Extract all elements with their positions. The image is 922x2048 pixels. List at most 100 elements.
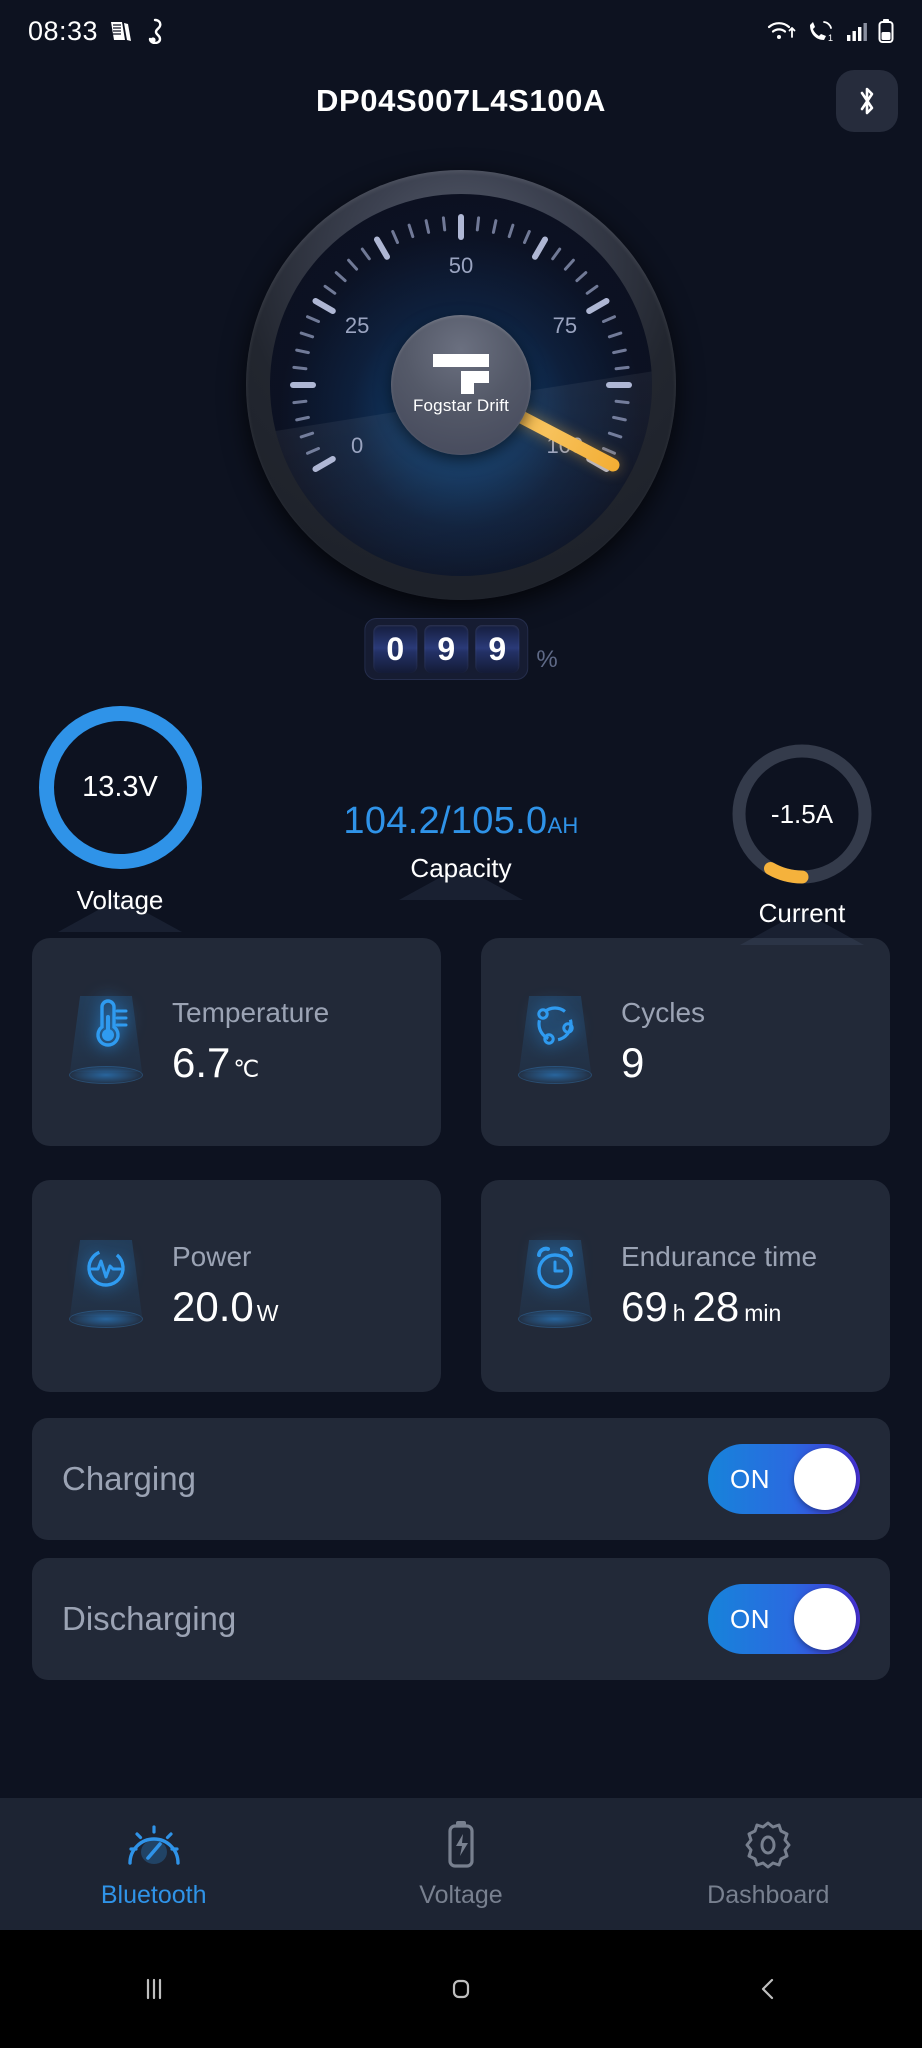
status-bar: 08:33 1	[0, 0, 922, 62]
soc-digit: 0	[373, 625, 418, 673]
svg-text:1: 1	[828, 33, 833, 43]
svg-text:50: 50	[449, 253, 473, 278]
soc-gauge: 0255075100 Fogstar Drift	[246, 170, 676, 600]
news-icon	[111, 22, 132, 41]
fogstar-logo-icon	[433, 354, 489, 394]
discharging-row[interactable]: Discharging ON	[32, 1558, 890, 1680]
card-label: Power	[172, 1241, 252, 1272]
soc-digit: 9	[475, 625, 520, 673]
card-value-wrap: 9	[621, 1039, 705, 1087]
signal-icon	[847, 23, 867, 41]
card-unit: h	[672, 1300, 686, 1326]
nav-label-voltage: Voltage	[419, 1880, 503, 1909]
card-value: 69	[621, 1283, 668, 1330]
android-home-button[interactable]	[307, 1971, 614, 2007]
card-text: Power 20.0 W	[172, 1241, 278, 1331]
current-ring: -1.5A	[728, 740, 876, 888]
gauge-hub-brand: Fogstar Drift	[412, 396, 510, 415]
svg-text:75: 75	[553, 313, 577, 338]
capacity-value-wrap: 104.2/105.0AH	[241, 800, 681, 843]
soc-digit-display: 0 9 9 %	[364, 618, 558, 680]
soc-unit: %	[536, 646, 558, 673]
thermometer-holo	[54, 990, 158, 1094]
card-value: 6.7	[172, 1039, 231, 1086]
current-value: -1.5A	[770, 798, 834, 829]
android-recents-button[interactable]	[0, 1971, 307, 2007]
nav-label-bluetooth: Bluetooth	[100, 1880, 207, 1909]
battery-icon	[878, 19, 894, 43]
status-bar-left: 08:33	[28, 16, 166, 47]
bluetooth-button[interactable]	[836, 70, 898, 132]
toggle-section: Charging ON Discharging ON	[0, 1418, 922, 1698]
alarm-holo	[503, 1234, 607, 1338]
battery-bolt-icon	[448, 1820, 474, 1868]
status-bar-clock: 08:33	[28, 15, 99, 46]
metric-card-row: Temperature 6.7 ℃ Cycles 9	[0, 938, 922, 1146]
svg-text:0: 0	[351, 433, 363, 458]
charging-row[interactable]: Charging ON	[32, 1418, 890, 1540]
gauge-hub: Fogstar Drift	[391, 315, 531, 455]
voltage-label-wrap: Voltage	[58, 885, 182, 932]
card-value: 9	[621, 1039, 645, 1086]
holo-base	[69, 1310, 143, 1328]
current-label: Current	[758, 898, 846, 928]
metric-cards: Temperature 6.7 ℃ Cycles 9 Power 20.0 W …	[0, 938, 922, 1426]
card-unit: ℃	[233, 1056, 260, 1082]
gear-icon	[745, 1821, 791, 1868]
card-value: 20.0	[172, 1283, 254, 1330]
holo-base	[69, 1066, 143, 1084]
readings-row: 13.3V Voltage 104.2/105.0AH Capacity -1.…	[0, 700, 922, 945]
wifi-icon	[767, 22, 796, 39]
current-label-wrap: Current	[739, 898, 864, 945]
metric-card-row: Power 20.0 W Endurance time 69 h 28 min	[0, 1180, 922, 1392]
charging-label: Charging	[62, 1460, 196, 1497]
bottom-nav: Bluetooth Voltage Dashboard	[0, 1798, 922, 1930]
card-text: Temperature 6.7 ℃	[172, 997, 329, 1087]
nav-item-bluetooth[interactable]: Bluetooth	[0, 1819, 307, 1910]
page-title: DP04S007L4S100A	[316, 83, 606, 118]
cycles-holo	[503, 990, 607, 1094]
voltage-ring: 13.3V	[33, 700, 208, 875]
card-power[interactable]: Power 20.0 W	[32, 1180, 441, 1392]
toggle-knob	[794, 1588, 856, 1650]
soc-digit-box: 0 9 9	[364, 618, 529, 680]
nav-item-dashboard[interactable]: Dashboard	[615, 1819, 922, 1910]
cycles-icon	[537, 1006, 574, 1045]
discharging-label: Discharging	[62, 1600, 237, 1637]
power-pulse-icon	[87, 1249, 125, 1287]
charging-state: ON	[730, 1463, 770, 1494]
capacity-value: 104.2/105.0	[343, 800, 548, 842]
card-label: Temperature	[172, 997, 330, 1028]
card-label: Endurance time	[621, 1241, 818, 1272]
discharging-state: ON	[730, 1603, 770, 1634]
voltage-block: 13.3V Voltage	[20, 700, 220, 932]
title-bar: DP04S007L4S100A	[0, 62, 922, 140]
voltage-value: 13.3V	[82, 771, 158, 803]
app-screen: 08:33 1 DP04S007L4S100A 0 25 50 75 Fogst…	[0, 0, 922, 2048]
card-value-wrap: 6.7 ℃	[172, 1039, 329, 1087]
svg-text:25: 25	[345, 313, 369, 338]
card-temperature[interactable]: Temperature 6.7 ℃	[32, 938, 441, 1146]
status-bar-right: 1	[767, 18, 894, 44]
card-cycles[interactable]: Cycles 9	[481, 938, 890, 1146]
card-value-wrap: 20.0 W	[172, 1283, 278, 1331]
charging-toggle[interactable]: ON	[708, 1444, 860, 1514]
card-value-2: 28	[692, 1283, 740, 1330]
card-label: Cycles	[621, 997, 706, 1028]
toggle-knob	[794, 1448, 856, 1510]
power-holo	[54, 1234, 158, 1338]
app-icon	[148, 18, 162, 44]
android-back-button[interactable]	[615, 1971, 922, 2007]
current-block: -1.5A Current	[702, 740, 902, 945]
recents-icon	[146, 1978, 161, 2000]
nav-item-voltage[interactable]: Voltage	[307, 1819, 614, 1910]
card-text: Cycles 9	[621, 997, 705, 1087]
card-value-wrap: 69 h 28 min	[621, 1283, 817, 1331]
gauge-icon	[127, 1824, 180, 1865]
call-icon: 1	[810, 21, 833, 43]
alarm-clock-icon	[537, 1246, 573, 1289]
home-icon	[452, 1979, 470, 1999]
card-endurance-time[interactable]: Endurance time 69 h 28 min	[481, 1180, 890, 1392]
discharging-toggle[interactable]: ON	[708, 1584, 860, 1654]
capacity-label: Capacity	[410, 853, 512, 883]
